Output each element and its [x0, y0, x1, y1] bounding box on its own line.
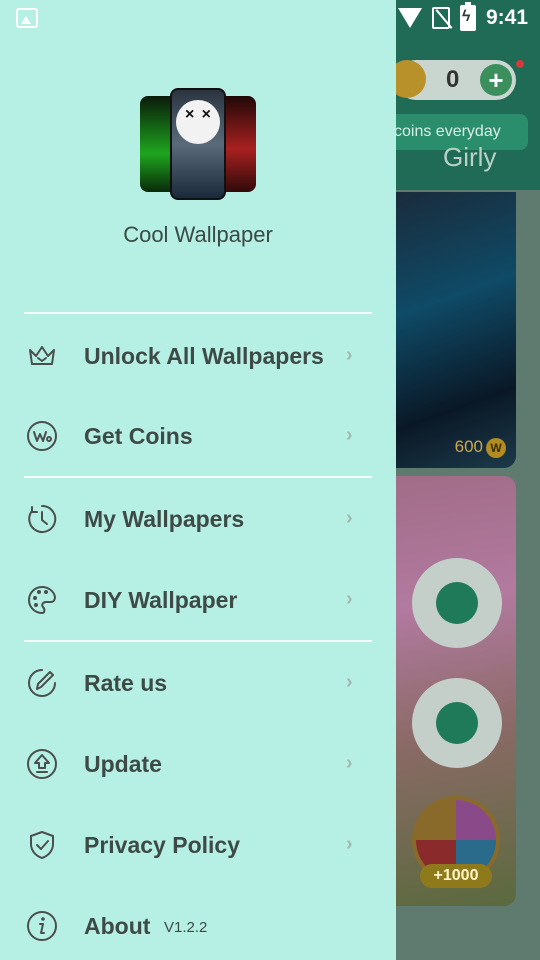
divider	[24, 312, 372, 314]
divider	[24, 476, 372, 478]
menu-label: DIY Wallpaper	[84, 587, 238, 613]
profile-fab	[412, 678, 502, 768]
divider	[24, 640, 372, 642]
menu-item-rate-us[interactable]: Rate us ›	[0, 643, 396, 723]
menu-item-about[interactable]: About V1.2.2	[0, 886, 396, 960]
diy-fab	[412, 558, 502, 648]
navigation-drawer: Cool Wallpaper Unlock All Wallpapers › G…	[0, 0, 396, 960]
menu-label: Update	[84, 751, 162, 777]
menu-label: Rate us	[84, 670, 168, 696]
chevron-right-icon: ›	[346, 507, 353, 529]
chevron-right-icon: ›	[346, 588, 353, 610]
marshmello-face	[176, 100, 220, 144]
chevron-right-icon: ›	[346, 344, 353, 366]
tab-girly: Girly	[443, 142, 497, 172]
bonus-badge: +1000	[420, 864, 492, 888]
menu-item-privacy-policy[interactable]: Privacy Policy ›	[0, 805, 396, 885]
app-version: V1.2.2	[164, 919, 208, 936]
app-logo	[138, 88, 258, 200]
menu-label: My Wallpapers	[84, 506, 245, 532]
app-name: Cool Wallpaper	[123, 222, 273, 247]
history-icon	[28, 504, 57, 533]
crown-icon	[29, 346, 55, 365]
chevron-right-icon: ›	[346, 424, 353, 446]
battery-charging-icon	[459, 2, 476, 31]
card-price: 600 W	[455, 437, 506, 458]
status-bar: 9:41	[0, 0, 540, 36]
menu-label: About	[84, 913, 151, 939]
edit-icon	[28, 669, 56, 697]
image-notification-icon	[16, 8, 38, 28]
upload-icon	[27, 749, 57, 779]
chevron-right-icon: ›	[346, 671, 353, 693]
menu-label: Privacy Policy	[84, 832, 240, 858]
coin-icon	[27, 421, 57, 451]
menu-item-update[interactable]: Update ›	[0, 724, 396, 804]
menu-label: Get Coins	[84, 423, 193, 449]
chevron-right-icon: ›	[346, 833, 353, 855]
wallpaper-card: 600 W	[382, 192, 516, 468]
palette-icon	[436, 582, 478, 624]
info-icon	[27, 911, 57, 941]
notification-dot	[516, 60, 524, 68]
chevron-right-icon: ›	[346, 752, 353, 774]
menu-item-my-wallpapers[interactable]: My Wallpapers ›	[0, 479, 396, 559]
coin-symbol-icon: W	[486, 438, 506, 458]
menu-item-get-coins[interactable]: Get Coins ›	[0, 396, 396, 476]
menu-label: Unlock All Wallpapers	[84, 343, 324, 369]
card-price-value: 600	[454, 437, 483, 457]
no-sim-icon	[431, 7, 450, 29]
coin-balance-pill: 0 +	[388, 60, 516, 100]
wifi-icon	[397, 8, 422, 28]
menu-item-unlock-all[interactable]: Unlock All Wallpapers ›	[0, 316, 396, 396]
menu-item-diy-wallpaper[interactable]: DIY Wallpaper ›	[0, 560, 396, 640]
shield-check-icon	[30, 831, 54, 859]
user-icon	[436, 702, 478, 744]
add-coins-button: +	[480, 64, 512, 96]
phone-middle-image	[170, 88, 226, 200]
status-time: 9:41	[485, 6, 528, 29]
palette-icon	[28, 586, 56, 614]
coin-balance: 0	[446, 66, 460, 93]
